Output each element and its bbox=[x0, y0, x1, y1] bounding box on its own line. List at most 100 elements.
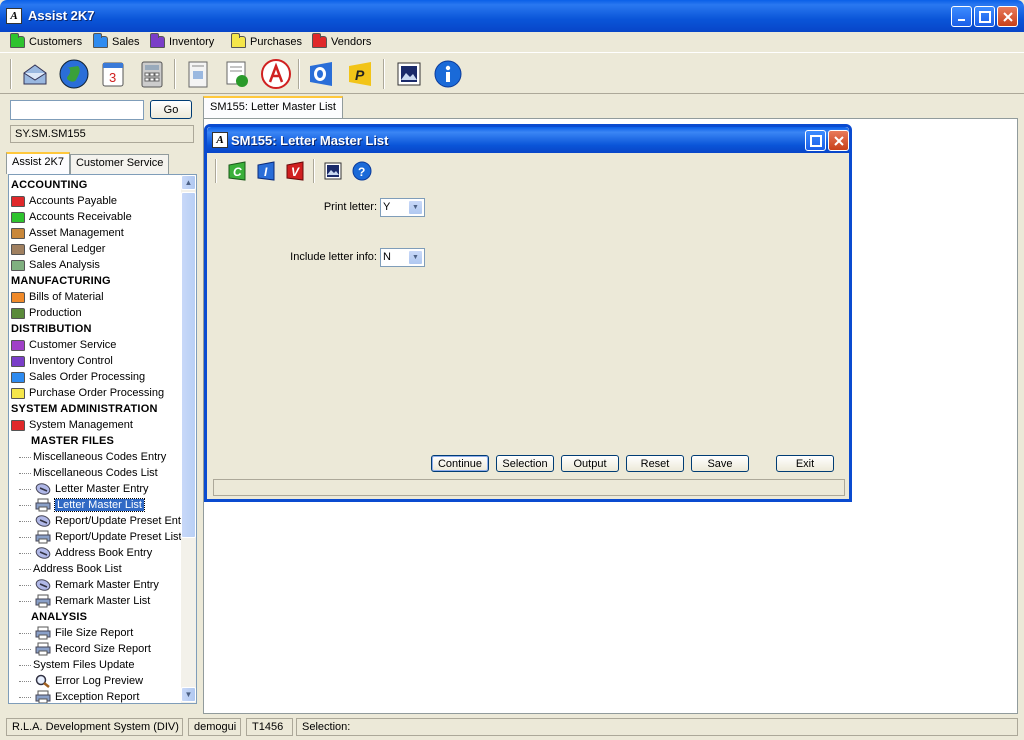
menu-customers[interactable]: Customers bbox=[10, 33, 82, 50]
go-button[interactable]: Go bbox=[150, 100, 192, 119]
tree-item-error-log-preview[interactable]: Error Log Preview bbox=[19, 673, 143, 689]
picture-icon[interactable] bbox=[321, 159, 345, 183]
tree-item-label: Accounts Payable bbox=[29, 195, 118, 207]
mail-icon[interactable] bbox=[18, 57, 52, 91]
tree-item-letter-master-entry[interactable]: Letter Master Entry bbox=[19, 481, 149, 497]
selection-button[interactable]: Selection bbox=[496, 455, 554, 472]
tree-connector bbox=[19, 488, 31, 490]
current-path: SY.SM.SM155 bbox=[10, 125, 194, 143]
tree-item-label: Report/Update Preset List bbox=[55, 531, 182, 543]
tree-connector bbox=[19, 648, 31, 650]
tree-item-label: Exception Report bbox=[55, 691, 140, 703]
menu-inventory[interactable]: Inventory bbox=[150, 33, 214, 50]
c-icon[interactable]: C bbox=[225, 159, 249, 183]
tree-folder-accounts-payable[interactable]: Accounts Payable bbox=[11, 193, 117, 209]
chevron-down-icon[interactable]: ▼ bbox=[408, 250, 423, 265]
tree-section-system-administration: SYSTEM ADMINISTRATION bbox=[11, 401, 158, 417]
tree-item-label: Address Book Entry bbox=[55, 547, 153, 559]
tree-folder-bills-of-material[interactable]: Bills of Material bbox=[11, 289, 104, 305]
search-input[interactable] bbox=[10, 100, 144, 120]
scroll-left-icon[interactable]: ◀ bbox=[9, 703, 24, 704]
tree-item-report-update-preset-list[interactable]: Report/Update Preset List bbox=[19, 529, 182, 545]
picture-icon[interactable] bbox=[392, 57, 426, 91]
menu-vendors[interactable]: Vendors bbox=[312, 33, 371, 50]
tree-item-remark-master-entry[interactable]: Remark Master Entry bbox=[19, 577, 159, 593]
tree-item-letter-master-list[interactable]: Letter Master List bbox=[19, 497, 145, 513]
exit-button[interactable]: Exit bbox=[776, 455, 834, 472]
tree-item-label: Purchase Order Processing bbox=[29, 387, 165, 399]
dialog-title: SM155: Letter Master List bbox=[231, 133, 389, 148]
printer-icon bbox=[35, 642, 51, 656]
tree-item-label: Accounts Receivable bbox=[29, 211, 132, 223]
tree-folder-inventory-control[interactable]: Inventory Control bbox=[11, 353, 113, 369]
tree-folder-sales-order-processing[interactable]: Sales Order Processing bbox=[11, 369, 145, 385]
i-icon[interactable]: I bbox=[254, 159, 278, 183]
tree-section-accounting: ACCOUNTING bbox=[11, 177, 88, 193]
tree-subsection-analysis: ANALYSIS bbox=[31, 609, 87, 625]
tab-sm155[interactable]: SM155: Letter Master List bbox=[203, 96, 343, 118]
scroll-down-icon[interactable]: ▼ bbox=[181, 687, 196, 702]
scroll-right-icon[interactable]: ▶ bbox=[165, 703, 180, 704]
close-button[interactable] bbox=[997, 6, 1018, 27]
include-letter-info-select[interactable]: N ▼ bbox=[380, 248, 425, 267]
tree-folder-purchase-order-processing[interactable]: Purchase Order Processing bbox=[11, 385, 164, 401]
menu-bar: Customers Sales Inventory Purchases Vend… bbox=[0, 32, 1024, 52]
tree-item-label: Remark Master List bbox=[55, 595, 151, 607]
acrobat-icon[interactable] bbox=[259, 57, 293, 91]
scroll-thumb[interactable] bbox=[181, 192, 196, 538]
info-icon[interactable] bbox=[431, 57, 465, 91]
menu-purchases[interactable]: Purchases bbox=[231, 33, 302, 50]
tab-assist-2k7[interactable]: Assist 2K7 bbox=[6, 152, 70, 174]
minimize-button[interactable] bbox=[951, 6, 972, 27]
output-button[interactable]: Output bbox=[561, 455, 619, 472]
status-bar: R.L.A. Development System (DIV) demogui … bbox=[0, 716, 1024, 740]
window-title-bar[interactable]: A Assist 2K7 bbox=[0, 0, 1024, 32]
maximize-button[interactable] bbox=[974, 6, 995, 27]
continue-button[interactable]: Continue bbox=[431, 455, 489, 472]
tree-folder-accounts-receivable[interactable]: Accounts Receivable bbox=[11, 209, 132, 225]
print-letter-select[interactable]: Y ▼ bbox=[380, 198, 425, 217]
chevron-down-icon[interactable]: ▼ bbox=[408, 200, 423, 215]
calculator-icon[interactable] bbox=[135, 57, 169, 91]
save-button[interactable]: Save bbox=[691, 455, 749, 472]
tree-vertical-scrollbar[interactable]: ▲ ▼ bbox=[181, 175, 196, 703]
reset-button[interactable]: Reset bbox=[626, 455, 684, 472]
report-icon[interactable] bbox=[220, 57, 254, 91]
tree-item-file-size-report[interactable]: File Size Report bbox=[19, 625, 133, 641]
v-icon[interactable]: V bbox=[283, 159, 307, 183]
tree-item-label: General Ledger bbox=[29, 243, 106, 255]
tree-item-miscellaneous-codes-list[interactable]: Miscellaneous Codes List bbox=[19, 465, 158, 481]
tree-folder-asset-management[interactable]: Asset Management bbox=[11, 225, 124, 241]
tree-item-system-files-update[interactable]: System Files Update bbox=[19, 657, 134, 673]
tree-item-address-book-entry[interactable]: Address Book Entry bbox=[19, 545, 152, 561]
tree-item-report-update-preset-entr[interactable]: Report/Update Preset Entr bbox=[19, 513, 185, 529]
tree-item-miscellaneous-codes-entry[interactable]: Miscellaneous Codes Entry bbox=[19, 449, 166, 465]
tree-item-remark-master-list[interactable]: Remark Master List bbox=[19, 593, 150, 609]
tree-folder-system-management[interactable]: System Management bbox=[11, 417, 133, 433]
calendar-icon[interactable]: 3 bbox=[96, 57, 130, 91]
tab-customer-service[interactable]: Customer Service bbox=[69, 154, 170, 174]
printer-icon bbox=[35, 626, 51, 640]
menu-sales[interactable]: Sales bbox=[93, 33, 140, 50]
tree-item-label: Letter Master List bbox=[54, 498, 145, 512]
tree-folder-sales-analysis[interactable]: Sales Analysis bbox=[11, 257, 100, 273]
status-system: R.L.A. Development System (DIV) bbox=[6, 718, 183, 736]
tree-item-exception-report[interactable]: Exception Report bbox=[19, 689, 140, 703]
tree-horizontal-scrollbar[interactable]: ◀ ▶ bbox=[9, 703, 181, 704]
tree-item-record-size-report[interactable]: Record Size Report bbox=[19, 641, 151, 657]
tree-item-label: Miscellaneous Codes List bbox=[33, 467, 158, 479]
tree-folder-general-ledger[interactable]: General Ledger bbox=[11, 241, 105, 257]
dialog-maximize-button[interactable] bbox=[805, 130, 826, 151]
tree-item-address-book-list[interactable]: Address Book List bbox=[19, 561, 122, 577]
help-icon[interactable]: ? bbox=[350, 159, 374, 183]
address-card-icon[interactable] bbox=[181, 57, 215, 91]
dialog-title-bar[interactable]: A SM155: Letter Master List bbox=[207, 127, 849, 153]
outlook-icon[interactable] bbox=[305, 57, 339, 91]
globe-icon[interactable] bbox=[57, 57, 91, 91]
tree-folder-customer-service[interactable]: Customer Service bbox=[11, 337, 116, 353]
tree-folder-production[interactable]: Production bbox=[11, 305, 82, 321]
hscroll-thumb[interactable] bbox=[25, 703, 163, 704]
pinnacle-icon[interactable]: P bbox=[344, 57, 378, 91]
dialog-close-button[interactable] bbox=[828, 130, 849, 151]
scroll-up-icon[interactable]: ▲ bbox=[181, 175, 196, 190]
